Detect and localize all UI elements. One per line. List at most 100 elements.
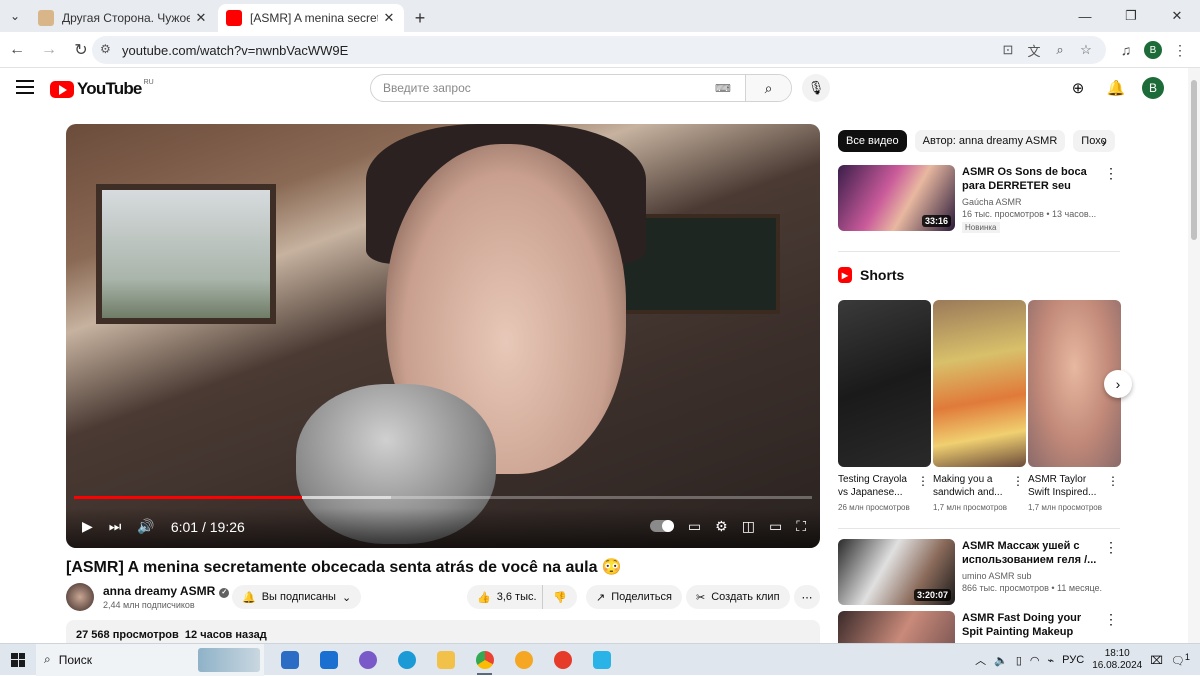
chevron-right-icon[interactable]: › — [1094, 132, 1114, 152]
chip-all[interactable]: Все видео — [838, 130, 907, 152]
zoom-icon[interactable]: ⌕ — [1050, 40, 1070, 60]
search-button[interactable]: ⌕ — [745, 75, 791, 101]
clock[interactable]: 18:10 16.08.2024 — [1092, 648, 1142, 672]
minimize-icon[interactable]: — — [1062, 0, 1108, 32]
new-tab-button[interactable]: + — [406, 4, 434, 32]
channel-avatar[interactable] — [66, 583, 94, 611]
tab-search-icon[interactable]: ⌄ — [0, 0, 30, 32]
browser-menu-icon[interactable]: ⋮ — [1168, 36, 1192, 64]
subscribed-button[interactable]: 🔔 Вы подписаны ⌄ — [232, 585, 362, 609]
keyboard-icon[interactable]: ⌨ — [715, 75, 735, 101]
yandex-app-icon[interactable] — [543, 644, 582, 676]
language-indicator[interactable]: РУС — [1062, 654, 1084, 666]
yandex-browser-icon[interactable] — [504, 644, 543, 676]
video-title[interactable]: ASMR Fast Doing your Spit Painting Makeu… — [962, 611, 1102, 639]
edge-app-icon[interactable] — [387, 644, 426, 676]
page-scrollbar[interactable] — [1188, 68, 1200, 643]
video-thumbnail[interactable]: 3:20:07 — [838, 539, 955, 605]
chip-author[interactable]: Автор: anna dreamy ASMR — [914, 130, 1066, 152]
shorts-title: Shorts — [860, 267, 905, 283]
close-window-icon[interactable]: ✕ — [1154, 0, 1200, 32]
browser-tab-2[interactable]: [ASMR] A menina secretamente ✕ — [218, 4, 404, 32]
fullscreen-icon[interactable]: ⛶ — [796, 518, 806, 535]
tab-close-icon[interactable]: ✕ — [194, 10, 208, 26]
keyboard-layout-icon[interactable]: ⌧ — [1150, 654, 1163, 667]
miniplayer-icon[interactable]: ◫ — [742, 518, 755, 535]
video-title[interactable]: ASMR Массаж ушей с использованием геля /… — [962, 539, 1102, 567]
site-settings-icon[interactable]: ⚙ — [100, 42, 116, 58]
more-vert-icon[interactable]: ⋮ — [1104, 611, 1118, 628]
store-app-icon[interactable] — [270, 644, 309, 676]
notifications-icon[interactable]: 🗨1 — [1171, 652, 1190, 668]
voice-search-icon[interactable]: 🎙 — [802, 74, 830, 102]
shorts-next-icon[interactable]: › — [1104, 370, 1132, 398]
channel-name[interactable]: Gaúcha ASMR — [962, 197, 1022, 207]
share-button[interactable]: ↗ Поделиться — [586, 585, 682, 609]
channel-name[interactable]: umino ASMR sub — [962, 571, 1032, 581]
theater-mode-icon[interactable]: ▭ — [769, 518, 782, 535]
next-icon[interactable]: ⏭ — [109, 518, 122, 535]
wifi-icon[interactable]: ◠ — [1030, 654, 1040, 667]
messenger-app-icon[interactable] — [582, 644, 621, 676]
more-vert-icon[interactable]: ⋮ — [1104, 539, 1118, 556]
network-icon[interactable]: ⌁ — [1048, 654, 1055, 667]
scrollbar-thumb[interactable] — [1191, 80, 1197, 240]
translate-icon[interactable]: 文 — [1024, 40, 1044, 60]
search-input[interactable]: Введите запрос — [371, 75, 715, 101]
short-thumbnail[interactable] — [933, 300, 1026, 467]
short-thumbnail[interactable] — [838, 300, 931, 467]
browser-tab-1[interactable]: Другая Сторона. Чужое насле ✕ — [30, 4, 216, 32]
short-title[interactable]: ASMR Taylor Swift Inspired... — [1028, 473, 1108, 499]
more-actions-icon[interactable]: ⋯ — [794, 585, 820, 609]
play-icon[interactable]: ▶ — [82, 518, 93, 535]
bookmark-star-icon[interactable]: ☆ — [1076, 40, 1096, 60]
battery-icon[interactable]: ▯ — [1016, 654, 1022, 667]
menu-icon[interactable] — [16, 80, 34, 94]
taskbar-search[interactable]: ⌕ Поиск — [36, 643, 264, 676]
short-title[interactable]: Making you a sandwich and... — [933, 473, 1013, 499]
short-title[interactable]: Testing Crayola vs Japanese... — [838, 473, 918, 499]
chrome-app-icon[interactable] — [465, 644, 504, 676]
dislike-button[interactable]: 👎 — [542, 585, 577, 609]
tab-close-icon[interactable]: ✕ — [382, 10, 396, 26]
back-icon[interactable]: ← — [2, 35, 32, 65]
start-button[interactable] — [0, 644, 36, 676]
like-button[interactable]: 👍 3,6 тыс. — [467, 585, 551, 609]
recommended-video[interactable]: ASMR Fast Doing your Spit Painting Makeu… — [838, 611, 1120, 643]
more-vert-icon[interactable]: ⋮ — [917, 474, 929, 488]
forward-icon[interactable]: → — [34, 35, 64, 65]
video-thumbnail[interactable] — [838, 611, 955, 643]
recommended-video[interactable]: 33:16 ASMR Os Sons de boca para DERRETER… — [838, 165, 1120, 233]
more-vert-icon[interactable]: ⋮ — [1107, 474, 1119, 488]
volume-icon[interactable]: 🔊 — [137, 518, 154, 535]
channel-name[interactable]: anna dreamy ASMR ✓ — [103, 584, 230, 598]
profile-avatar[interactable]: B — [1144, 41, 1162, 59]
mail-app-icon[interactable] — [309, 644, 348, 676]
short-item[interactable]: ASMR Taylor Swift Inspired... 1,7 млн пр… — [1028, 300, 1121, 512]
progress-bar[interactable] — [74, 496, 812, 499]
address-bar[interactable]: ⚙ youtube.com/watch?v=nwnbVacWW9E ⊡ 文 ⌕ … — [92, 36, 1106, 64]
recommended-video[interactable]: 3:20:07 ASMR Массаж ушей с использование… — [838, 539, 1120, 607]
youtube-logo[interactable]: YouTube RU — [50, 79, 154, 99]
notifications-bell-icon[interactable]: 🔔 — [1104, 74, 1128, 102]
subtitles-icon[interactable]: ▭ — [688, 518, 701, 535]
maximize-icon[interactable]: ❐ — [1108, 0, 1154, 32]
account-avatar[interactable]: B — [1142, 77, 1164, 99]
sound-icon[interactable]: 🔈 — [994, 654, 1008, 667]
more-vert-icon[interactable]: ⋮ — [1104, 165, 1118, 182]
video-thumbnail[interactable]: 33:16 — [838, 165, 955, 231]
video-title[interactable]: ASMR Os Sons de boca para DERRETER seu C… — [962, 165, 1102, 193]
create-video-icon[interactable]: ⊕ — [1066, 74, 1090, 102]
more-vert-icon[interactable]: ⋮ — [1012, 474, 1024, 488]
media-control-icon[interactable]: ♫ — [1114, 36, 1138, 64]
create-clip-button[interactable]: ✂ Создать клип — [686, 585, 790, 609]
settings-gear-icon[interactable]: ⚙ — [715, 518, 728, 535]
autoplay-toggle[interactable] — [649, 520, 674, 532]
tray-chevron-icon[interactable]: ︿ — [975, 652, 986, 668]
explorer-app-icon[interactable] — [426, 644, 465, 676]
video-player[interactable]: ▶ ⏭ 🔊 6:01 / 19:26 ▭ ⚙ ◫ ▭ ⛶ — [66, 124, 820, 548]
short-item[interactable]: Making you a sandwich and... 1,7 млн про… — [933, 300, 1026, 512]
install-app-icon[interactable]: ⊡ — [998, 40, 1018, 60]
short-item[interactable]: Testing Crayola vs Japanese... 26 млн пр… — [838, 300, 931, 512]
browser-app-icon[interactable] — [348, 644, 387, 676]
